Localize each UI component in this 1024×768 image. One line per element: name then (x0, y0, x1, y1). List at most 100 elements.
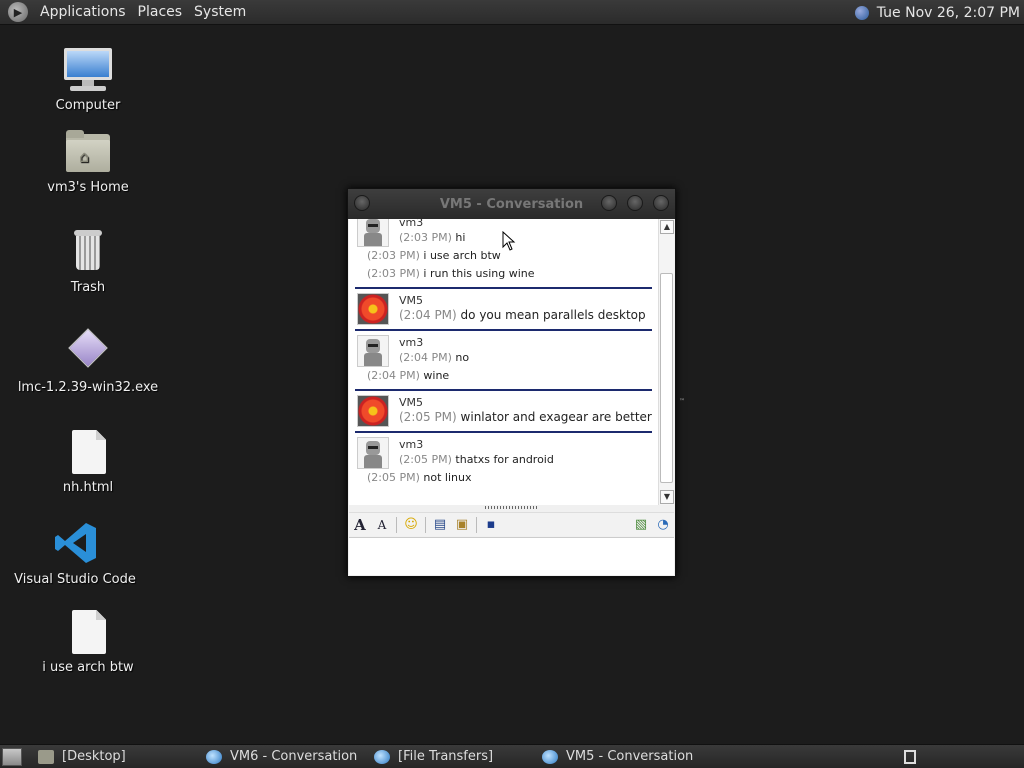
save-icon[interactable]: ▪ (480, 515, 502, 535)
menu-places[interactable]: Places (132, 4, 189, 20)
messenger-icon (374, 749, 390, 764)
chat-scrollbar[interactable]: ▲ ▼ (658, 219, 674, 505)
message-text: do you mean parallels desktop (460, 308, 646, 322)
message-text: not linux (423, 471, 472, 484)
document-icon (62, 608, 114, 656)
message-input[interactable] (349, 537, 674, 575)
computer-icon (62, 46, 114, 94)
message-group: VM5 (2:04 PM) do you mean parallels desk… (349, 293, 658, 325)
folder-icon (38, 749, 54, 764)
taskbar-item-vm5-conversation[interactable]: VM5 - Conversation (536, 746, 704, 768)
vscode-icon (49, 520, 101, 568)
desktop-icon-trash[interactable]: Trash (13, 228, 163, 295)
desktop-icon-home[interactable]: ⌂ vm3's Home (13, 128, 163, 195)
message-time: (2:03 PM) (367, 267, 420, 280)
message-group: vm3 (2:03 PM) hi (2:03 PM) i use arch bt… (349, 219, 658, 283)
bottom-panel: [Desktop] VM6 - Conversation [File Trans… (0, 744, 1024, 768)
desktop-icon-arch-file[interactable]: i use arch btw (13, 608, 163, 675)
message-text: winlator and exagear are better (460, 410, 652, 424)
desktop-icon-label: nh.html (62, 480, 114, 495)
desktop-icon-vscode[interactable]: Visual Studio Code (0, 520, 150, 587)
taskbar-item-vm6-conversation[interactable]: VM6 - Conversation (200, 746, 368, 768)
maximize-button[interactable] (627, 195, 643, 211)
home-folder-icon: ⌂ (62, 128, 114, 176)
avatar (357, 395, 389, 427)
avatar (357, 437, 389, 469)
taskbar-label: [Desktop] (62, 749, 126, 764)
message-time: (2:05 PM) (367, 471, 420, 484)
toolbar-divider (396, 516, 397, 533)
desktop-icon-label: i use arch btw (42, 660, 134, 675)
window-menu-button[interactable] (354, 195, 370, 211)
message-group: vm3 (2:04 PM) no (2:04 PM) wine (349, 335, 658, 385)
network-icon[interactable] (854, 5, 869, 20)
desktop-icon-label: Trash (70, 280, 106, 295)
window-title: VM5 - Conversation (439, 196, 584, 212)
message-separator (355, 329, 652, 331)
smiley-icon[interactable]: ☺ (400, 515, 422, 535)
desktop-icon-label: Computer (55, 98, 121, 113)
document-icon (62, 428, 114, 476)
clock[interactable]: Tue Nov 26, 2:07 PM (877, 5, 1020, 21)
format-toolbar: A A ☺ ▤ ▣ ▪ ▧ ◔ (349, 512, 674, 536)
history-icon[interactable]: ◔ (652, 515, 674, 535)
toolbar-divider (476, 516, 477, 533)
desktop-icon-label: Visual Studio Code (14, 572, 136, 587)
avatar (357, 293, 389, 325)
avatar (357, 219, 389, 247)
font-size-icon[interactable]: A (371, 515, 393, 535)
scroll-thumb[interactable] (660, 273, 673, 483)
messenger-icon (206, 749, 222, 764)
desktop-icon-computer[interactable]: Computer (13, 46, 163, 113)
send-file-icon[interactable]: ▤ (429, 515, 451, 535)
taskbar-label: VM6 - Conversation (230, 749, 358, 764)
message-time: (2:04 PM) (399, 308, 457, 322)
message-sender: vm3 (399, 336, 424, 349)
message-text: no (455, 351, 470, 364)
message-separator (355, 431, 652, 433)
desktop-icon-exe[interactable]: lmc-1.2.39-win32.exe (13, 328, 163, 395)
message-sender: vm3 (399, 219, 424, 229)
message-time: (2:03 PM) (399, 231, 452, 244)
minimize-button[interactable] (601, 195, 617, 211)
message-sender: VM5 (399, 396, 424, 409)
scroll-up-button[interactable]: ▲ (660, 220, 674, 234)
desktop-icon-label: vm3's Home (47, 180, 129, 195)
message-time: (2:04 PM) (399, 351, 452, 364)
menu-applications[interactable]: Applications (34, 4, 132, 20)
toolbar-divider (425, 516, 426, 533)
message-text: thatxs for android (455, 453, 554, 466)
scroll-down-button[interactable]: ▼ (660, 490, 674, 504)
message-separator (355, 287, 652, 289)
exe-icon (62, 328, 114, 376)
pane-resize-grip[interactable] (485, 506, 539, 509)
avatar (357, 335, 389, 367)
workspace-switcher[interactable] (904, 750, 916, 764)
message-time: (2:05 PM) (399, 410, 457, 424)
message-text: i run this using wine (423, 267, 535, 280)
message-time: (2:05 PM) (399, 453, 452, 466)
taskbar-label: VM5 - Conversation (566, 749, 694, 764)
taskbar-item-file-transfers[interactable]: [File Transfers] (368, 746, 536, 768)
add-contact-icon[interactable]: ▧ (630, 515, 652, 535)
message-group: VM5 (2:05 PM) winlator and exagear are b… (349, 395, 658, 427)
taskbar-label: [File Transfers] (398, 749, 494, 764)
mouse-cursor-icon (502, 231, 516, 251)
message-text: wine (423, 369, 450, 382)
attach-icon[interactable]: ▣ (451, 515, 473, 535)
show-desktop-button[interactable] (2, 747, 22, 766)
messenger-icon (542, 749, 558, 764)
chat-history[interactable]: vm3 (2:03 PM) hi (2:03 PM) i use arch bt… (349, 219, 658, 505)
message-group: vm3 (2:05 PM) thatxs for android (2:05 P… (349, 437, 658, 487)
desktop-icon-nh-html[interactable]: nh.html (13, 428, 163, 495)
close-button[interactable] (653, 195, 669, 211)
message-separator (355, 389, 652, 391)
message-text: i use arch btw (423, 249, 501, 262)
window-titlebar[interactable]: VM5 - Conversation (348, 189, 675, 219)
font-icon[interactable]: A (349, 515, 371, 535)
top-panel: ▶ Applications Places System Tue Nov 26,… (0, 0, 1024, 25)
menu-system[interactable]: System (188, 4, 252, 20)
message-time: (2:04 PM) (367, 369, 420, 382)
main-menu-icon[interactable]: ▶ (8, 2, 28, 22)
taskbar-item-desktop[interactable]: [Desktop] (32, 746, 200, 768)
